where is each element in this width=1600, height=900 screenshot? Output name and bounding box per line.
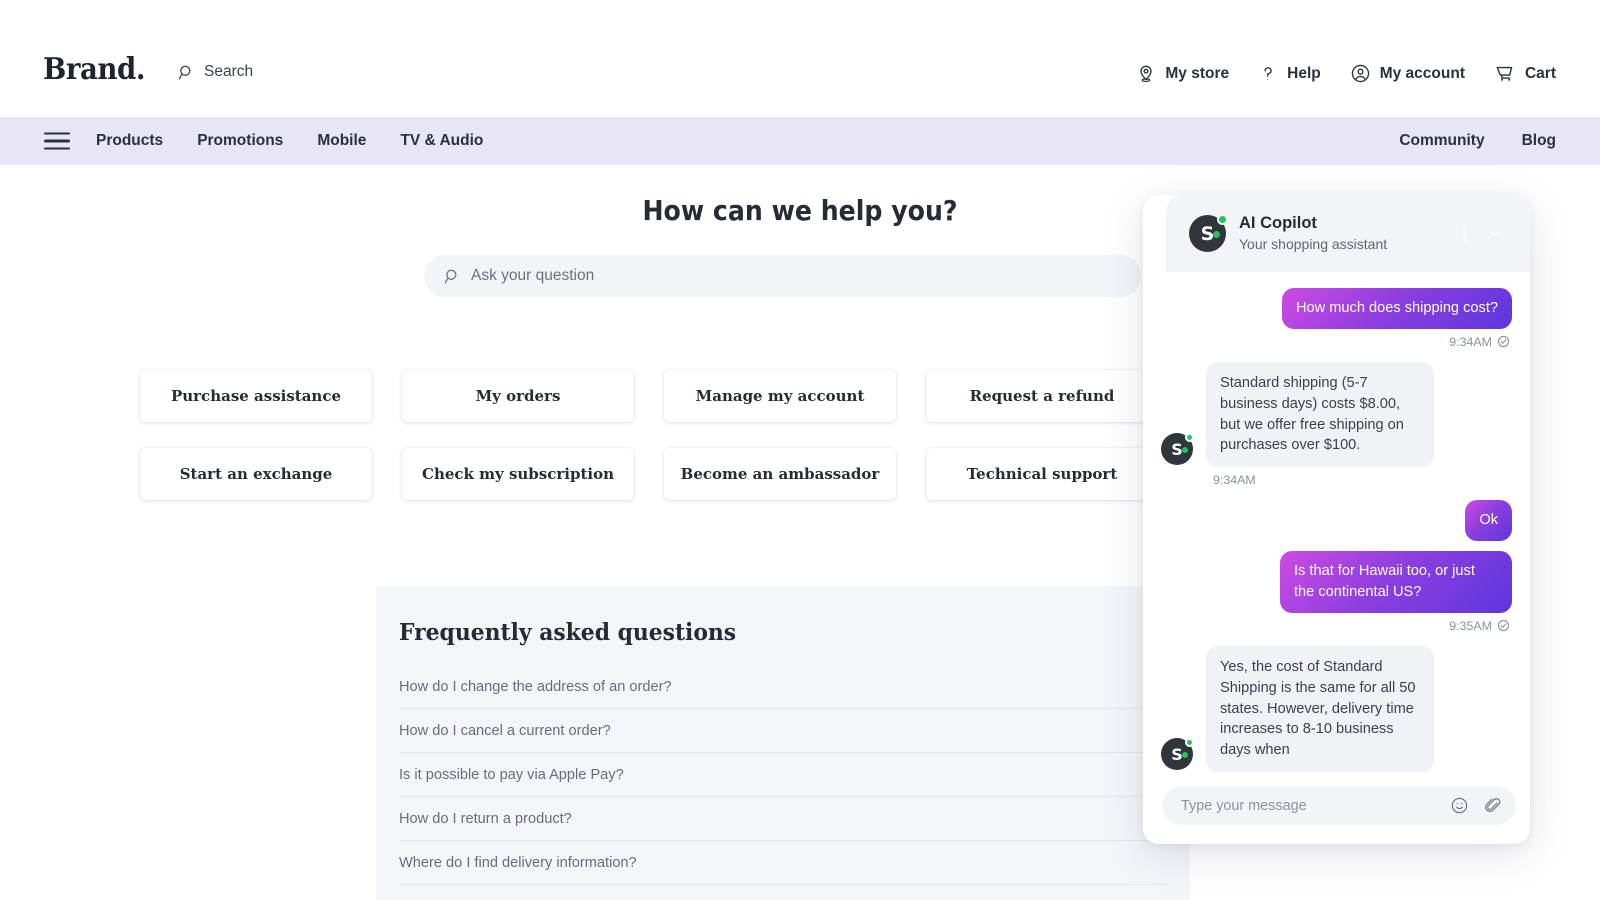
chat-identity: AI Copilot Your shopping assistant <box>1239 213 1387 254</box>
chat-message-user: How much does shipping cost? <box>1161 288 1512 329</box>
header-item-label: Cart <box>1525 65 1556 83</box>
nav-item-community[interactable]: Community <box>1399 132 1484 150</box>
chat-bubble: Yes, the cost of Standard Shipping is th… <box>1206 646 1434 772</box>
page-root: Brand. Search My store <box>0 0 1600 900</box>
faq-title: Frequently asked questions <box>399 619 1128 646</box>
help-card-check-my-subscription[interactable]: Check my subscription <box>402 448 634 500</box>
chevron-down-icon[interactable] <box>1487 225 1504 242</box>
chat-message-bot: S Standard shipping (5-7 business days) … <box>1161 362 1512 467</box>
chat-timestamp: 9:34AM <box>1213 473 1256 487</box>
nav-item-promotions[interactable]: Promotions <box>197 132 283 150</box>
chat-message-user: Ok <box>1161 500 1512 541</box>
online-status-dot <box>1185 738 1194 747</box>
search-icon <box>444 268 461 285</box>
nav-item-blog[interactable]: Blog <box>1522 132 1556 150</box>
help-card-become-an-ambassador[interactable]: Become an ambassador <box>664 448 896 500</box>
chat-message-input[interactable]: Type your message <box>1162 786 1516 825</box>
nav-primary-items: Products Promotions Mobile TV & Audio <box>96 132 483 150</box>
chat-timestamp: 9:35AM <box>1449 619 1492 633</box>
check-circle-icon <box>1497 335 1510 348</box>
question-search-input[interactable]: Ask your question <box>424 255 1141 297</box>
chat-bot-row: S Yes, the cost of Standard Shipping is … <box>1161 646 1434 772</box>
hamburger-menu-icon[interactable] <box>44 133 70 150</box>
faq-item[interactable]: Where do I find delivery information? <box>399 841 1166 885</box>
paperclip-icon[interactable] <box>1483 796 1502 815</box>
user-circle-icon <box>1350 63 1371 84</box>
faq-item[interactable]: I have not yet received my order <box>399 885 1166 900</box>
location-pin-icon <box>1136 64 1156 84</box>
online-status-dot <box>1185 433 1194 442</box>
header-item-cart[interactable]: Cart <box>1494 63 1556 84</box>
faq-panel: Frequently asked questions How do I chan… <box>376 586 1190 900</box>
nav-item-tv-audio[interactable]: TV & Audio <box>400 132 483 150</box>
faq-item[interactable]: How do I return a product? <box>399 797 1166 841</box>
nav-item-products[interactable]: Products <box>96 132 163 150</box>
chat-title: AI Copilot <box>1239 213 1387 234</box>
avatar: S <box>1161 738 1193 770</box>
chat-header: S AI Copilot Your shopping assistant <box>1166 195 1530 272</box>
chat-subtitle: Your shopping assistant <box>1239 235 1387 254</box>
composer-tools <box>1450 796 1502 815</box>
help-card-start-an-exchange[interactable]: Start an exchange <box>140 448 372 500</box>
chat-message-list[interactable]: How much does shipping cost? 9:34AM S <box>1143 272 1530 844</box>
check-circle-icon <box>1497 619 1510 632</box>
header-item-help[interactable]: Help <box>1258 64 1321 84</box>
header-item-label: My account <box>1380 65 1465 83</box>
chat-timestamp: 9:34AM <box>1449 335 1492 349</box>
nav-item-mobile[interactable]: Mobile <box>317 132 366 150</box>
help-card-technical-support[interactable]: Technical support <box>926 448 1158 500</box>
faq-item[interactable]: Is it possible to pay via Apple Pay? <box>399 753 1166 797</box>
help-card-manage-my-account[interactable]: Manage my account <box>664 370 896 422</box>
chat-composer: Type your message <box>1143 777 1530 844</box>
header-item-label: Help <box>1287 65 1321 83</box>
chat-message-meta: 9:34AM <box>1213 473 1512 487</box>
faq-item[interactable]: How do I change the address of an order? <box>399 665 1166 709</box>
chat-bubble: Is that for Hawaii too, or just the cont… <box>1280 551 1512 613</box>
accent-dot-icon <box>1213 231 1220 238</box>
smiley-face-icon[interactable] <box>1450 796 1469 815</box>
chat-message-user: Is that for Hawaii too, or just the cont… <box>1161 551 1512 613</box>
chat-input-placeholder: Type your message <box>1181 798 1307 814</box>
avatar: S <box>1189 215 1226 252</box>
shopping-cart-icon <box>1494 63 1516 84</box>
chat-message-bot: S Yes, the cost of Standard Shipping is … <box>1161 646 1512 772</box>
chat-bubble: Standard shipping (5-7 business days) co… <box>1206 362 1434 467</box>
question-mark-icon <box>1258 64 1278 84</box>
header-search-label: Search <box>204 63 253 81</box>
search-icon <box>178 64 195 81</box>
chat-bubble: How much does shipping cost? <box>1282 288 1512 329</box>
header-actions: My store Help My accou <box>1136 63 1556 84</box>
chat-header-actions <box>1463 225 1514 242</box>
site-header: Brand. Search My store <box>0 0 1600 117</box>
chat-bot-row: S Standard shipping (5-7 business days) … <box>1161 362 1434 467</box>
main-navigation: Products Promotions Mobile TV & Audio Co… <box>0 117 1600 165</box>
brand-logo[interactable]: Brand. <box>43 52 145 87</box>
chat-message-meta: 9:34AM <box>1161 335 1510 349</box>
chat-bubble: Ok <box>1465 500 1512 541</box>
avatar: S <box>1161 433 1193 465</box>
kebab-menu-icon[interactable] <box>1463 225 1466 241</box>
question-search-placeholder: Ask your question <box>471 267 594 285</box>
chat-message-meta: 9:35AM <box>1161 619 1510 633</box>
faq-item[interactable]: How do I cancel a current order? <box>399 709 1166 753</box>
help-card-request-a-refund[interactable]: Request a refund <box>926 370 1158 422</box>
nav-secondary-items: Community Blog <box>1399 132 1556 150</box>
online-status-dot <box>1217 214 1228 225</box>
header-search[interactable]: Search <box>178 63 253 81</box>
help-card-purchase-assistance[interactable]: Purchase assistance <box>140 370 372 422</box>
header-item-label: My store <box>1165 65 1229 83</box>
chat-widget: S AI Copilot Your shopping assistant How… <box>1143 195 1530 844</box>
header-item-my-store[interactable]: My store <box>1136 64 1229 84</box>
header-item-my-account[interactable]: My account <box>1350 63 1465 84</box>
help-card-my-orders[interactable]: My orders <box>402 370 634 422</box>
